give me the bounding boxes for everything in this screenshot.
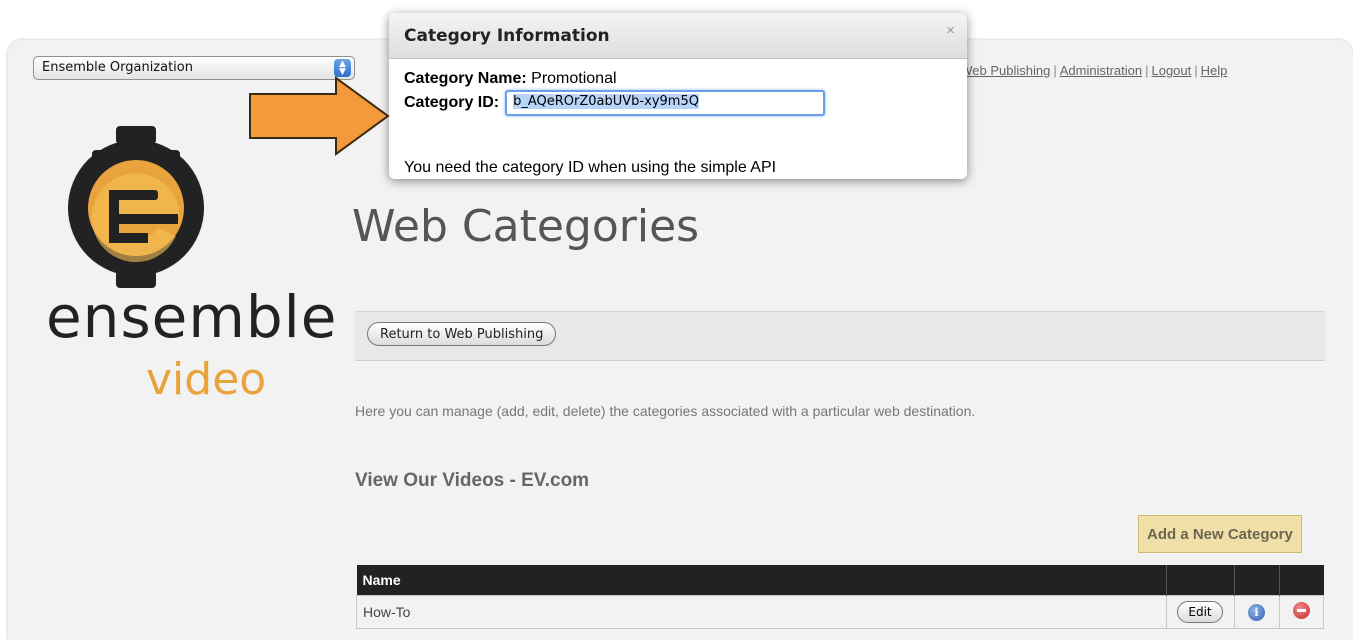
- logo-subtitle: video: [146, 354, 267, 405]
- edit-button[interactable]: Edit: [1177, 601, 1223, 623]
- logo-wordmark: ensemble: [46, 283, 338, 351]
- info-icon[interactable]: i: [1248, 604, 1265, 621]
- page-title: Web Categories: [352, 201, 700, 252]
- dialog-note: You need the category ID when using the …: [404, 159, 777, 176]
- nav-link-help[interactable]: Help: [1201, 63, 1228, 78]
- nav-link-web-publishing[interactable]: Web Publishing: [960, 63, 1050, 78]
- category-name-label: Category Name:: [404, 70, 527, 87]
- arrow-pointer-icon: [249, 76, 390, 156]
- top-nav: ry|Web Publishing|Administration|Logout|…: [940, 63, 1227, 78]
- category-id-field[interactable]: b_AQeROrZ0abUVb-xy9m5Q: [505, 90, 826, 116]
- categories-table: Name How-To Edit i: [356, 565, 1324, 629]
- add-new-category-button[interactable]: Add a New Category: [1138, 515, 1302, 553]
- dialog-title: Category Information: [404, 26, 610, 46]
- table-row: How-To Edit i: [356, 595, 1324, 629]
- organization-select-value: Ensemble Organization: [42, 60, 193, 75]
- nav-link-administration[interactable]: Administration: [1060, 63, 1142, 78]
- column-header-edit: [1166, 565, 1235, 596]
- select-arrows-icon: ▲ ▼: [334, 59, 351, 77]
- dialog-body: Category Name: Promotional Category ID: …: [404, 70, 826, 116]
- category-name-value: Promotional: [531, 70, 617, 87]
- table-header-row: Name: [356, 565, 1324, 596]
- delete-icon[interactable]: [1292, 602, 1310, 619]
- ensemble-video-logo: ensemble video: [18, 120, 338, 420]
- close-icon[interactable]: ×: [946, 22, 955, 39]
- dialog-header: Category Information ×: [389, 13, 967, 59]
- intro-text: Here you can manage (add, edit, delete) …: [355, 403, 976, 419]
- nav-link-logout[interactable]: Logout: [1151, 63, 1191, 78]
- category-information-dialog: Category Information × Category Name: Pr…: [389, 13, 967, 179]
- toolbar: Return to Web Publishing: [355, 311, 1325, 361]
- return-to-web-publishing-button[interactable]: Return to Web Publishing: [367, 322, 557, 346]
- category-id-value: b_AQeROrZ0abUVb-xy9m5Q: [513, 94, 699, 109]
- destination-heading: View Our Videos - EV.com: [355, 470, 590, 491]
- category-id-label: Category ID:: [404, 94, 500, 111]
- column-header-delete: [1279, 565, 1324, 596]
- category-name-cell: How-To: [356, 595, 1167, 629]
- column-header-name: Name: [356, 565, 1167, 596]
- column-header-info: [1234, 565, 1280, 596]
